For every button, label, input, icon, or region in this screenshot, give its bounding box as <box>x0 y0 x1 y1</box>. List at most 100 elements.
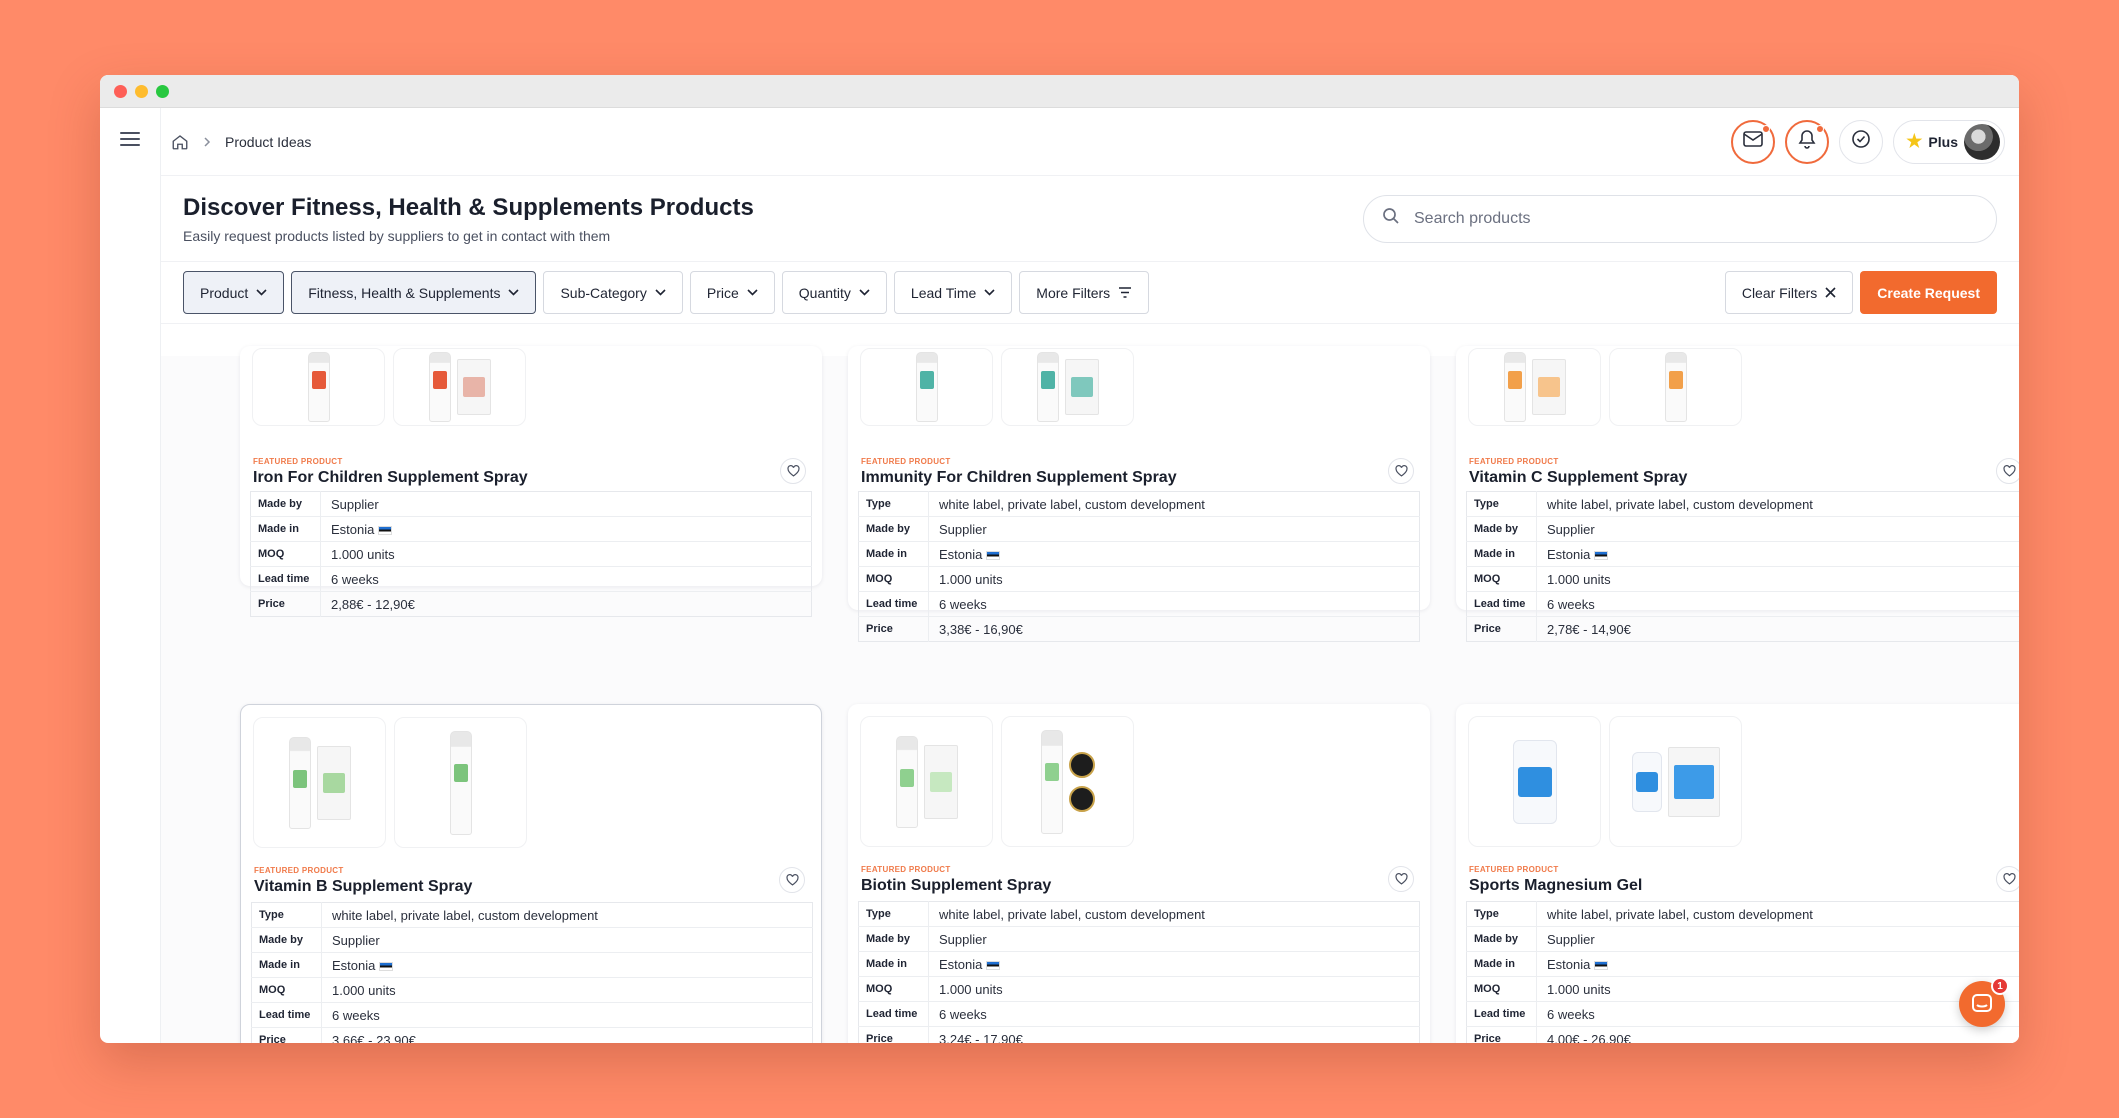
product-name[interactable]: Vitamin C Supplement Spray <box>1469 469 1687 487</box>
product-card[interactable]: FEATURED PRODUCT Immunity For Children S… <box>848 346 1430 642</box>
product-image[interactable] <box>253 717 386 848</box>
table-row: MOQ 1.000 units <box>858 566 1420 592</box>
field-value: Supplier <box>928 516 1420 542</box>
favorite-button[interactable] <box>1388 458 1414 484</box>
table-row: Lead time 6 weeks <box>1466 591 2019 617</box>
product-image[interactable] <box>393 348 526 426</box>
field-value: 1.000 units <box>928 976 1420 1002</box>
field-value: Supplier <box>320 491 812 517</box>
product-image[interactable] <box>860 348 993 426</box>
product-image[interactable] <box>1609 716 1742 847</box>
product-name[interactable]: Vitamin B Supplement Spray <box>254 878 472 896</box>
plan-account-menu[interactable]: ★ Plus <box>1893 119 2005 164</box>
notifications-button[interactable] <box>1785 119 1830 164</box>
table-row: Price 3,66€ - 23,90€ <box>251 1027 813 1043</box>
filter-price[interactable]: Price <box>689 271 775 314</box>
field-value: white label, private label, custom devel… <box>928 491 1420 517</box>
product-info-table: Type white label, private label, custom d… <box>1466 901 2019 1043</box>
product-name[interactable]: Iron For Children Supplement Spray <box>253 469 528 487</box>
product-name[interactable]: Immunity For Children Supplement Spray <box>861 469 1177 487</box>
product-name[interactable]: Biotin Supplement Spray <box>861 877 1051 895</box>
table-row: MOQ 1.000 units <box>858 976 1420 1002</box>
product-image[interactable] <box>394 717 527 848</box>
field-value: 6 weeks <box>928 1001 1420 1027</box>
favorite-button[interactable] <box>779 867 805 893</box>
close-window-button[interactable] <box>114 84 127 98</box>
table-row: Price 4,00€ - 26,90€ <box>1466 1026 2020 1044</box>
tasks-button[interactable] <box>1839 119 1884 164</box>
field-value: Estonia <box>320 516 812 542</box>
field-value: Supplier <box>1536 926 2019 952</box>
product-card[interactable]: FEATURED PRODUCT Biotin Supplement Spray… <box>848 704 1430 1043</box>
product-image[interactable] <box>1001 348 1134 426</box>
filter-lead-time[interactable]: Lead Time <box>893 271 1013 314</box>
table-row: Price 2,78€ - 14,90€ <box>1466 616 2020 642</box>
clear-filters-button[interactable]: Clear Filters <box>1724 271 1854 314</box>
home-icon[interactable] <box>171 133 189 151</box>
window-titlebar <box>100 75 2019 108</box>
field-value: 2,88€ - 12,90€ <box>331 596 415 612</box>
product-info-table: Type white label, private label, custom d… <box>858 491 1420 642</box>
maximize-window-button[interactable] <box>156 84 169 98</box>
table-row: Made by Supplier <box>251 927 813 953</box>
filter-category[interactable]: Fitness, Health & Supplements <box>291 271 537 314</box>
table-row: Lead time 6 weeks <box>858 591 1420 617</box>
filter-subcategory[interactable]: Sub-Category <box>543 271 683 314</box>
award-seal-icon <box>1068 751 1095 778</box>
product-image[interactable] <box>1468 716 1601 847</box>
table-row: Type white label, private label, custom d… <box>858 901 1420 927</box>
heart-icon <box>2002 873 2016 885</box>
filter-product[interactable]: Product <box>183 271 285 314</box>
country-name: Estonia <box>331 521 375 537</box>
minimize-window-button[interactable] <box>135 84 148 98</box>
estonia-flag-icon <box>1594 550 1609 560</box>
messages-button[interactable] <box>1731 119 1776 164</box>
chevron-down-icon <box>508 289 520 296</box>
field-label: Made in <box>251 952 322 978</box>
create-request-button[interactable]: Create Request <box>1860 271 1997 314</box>
table-row: Price 3,24€ - 17,90€ <box>858 1026 1420 1043</box>
field-label: Price <box>250 591 321 617</box>
field-value: 2,78€ - 14,90€ <box>1547 621 1631 637</box>
field-value: white label, private label, custom devel… <box>321 902 813 928</box>
table-row: Made by Supplier <box>250 491 812 517</box>
favorite-button[interactable] <box>1388 866 1414 892</box>
country-name: Estonia <box>939 546 983 562</box>
product-image[interactable] <box>1468 348 1601 426</box>
table-row: Type white label, private label, custom d… <box>251 902 813 928</box>
product-image[interactable] <box>860 716 993 847</box>
product-image[interactable] <box>1001 716 1134 847</box>
field-label: MOQ <box>858 566 929 592</box>
product-image[interactable] <box>1609 348 1742 426</box>
table-row: Made in Estonia <box>858 951 1420 977</box>
chevron-down-icon <box>984 289 995 296</box>
filter-category-label: Fitness, Health & Supplements <box>308 284 501 301</box>
featured-label: FEATURED PRODUCT <box>253 457 343 466</box>
search-input[interactable] <box>1414 209 1934 228</box>
estonia-flag-icon <box>1594 960 1609 970</box>
chat-button[interactable]: 1 <box>1959 977 2009 1027</box>
product-info-table: Type white label, private label, custom d… <box>251 902 813 1043</box>
favorite-button[interactable] <box>1996 458 2019 484</box>
table-row: Lead time 6 weeks <box>1466 1001 2019 1027</box>
avatar[interactable] <box>1964 123 2000 160</box>
field-label: MOQ <box>251 977 322 1003</box>
product-card[interactable]: FEATURED PRODUCT Vitamin B Supplement Sp… <box>240 704 822 1043</box>
breadcrumb-current[interactable]: Product Ideas <box>225 134 311 150</box>
product-card[interactable]: FEATURED PRODUCT Vitamin C Supplement Sp… <box>1456 346 2019 642</box>
product-name[interactable]: Sports Magnesium Gel <box>1469 877 1642 895</box>
search-bar <box>1363 194 1997 243</box>
product-image[interactable] <box>252 348 385 426</box>
more-filters-button[interactable]: More Filters <box>1019 271 1150 314</box>
field-value: Supplier <box>321 927 813 953</box>
menu-icon[interactable] <box>120 132 140 146</box>
product-card[interactable]: FEATURED PRODUCT Iron For Children Suppl… <box>240 346 822 617</box>
filter-quantity[interactable]: Quantity <box>781 271 887 314</box>
field-label: Price <box>1466 616 1537 642</box>
favorite-button[interactable] <box>1996 866 2019 892</box>
filter-product-label: Product <box>200 284 249 301</box>
favorite-button[interactable] <box>780 458 806 484</box>
field-value: 6 weeks <box>320 566 812 592</box>
field-value: 4,00€ - 26,90€ <box>1547 1031 1631 1044</box>
product-card[interactable]: FEATURED PRODUCT Sports Magnesium Gel Ty… <box>1456 704 2019 1043</box>
